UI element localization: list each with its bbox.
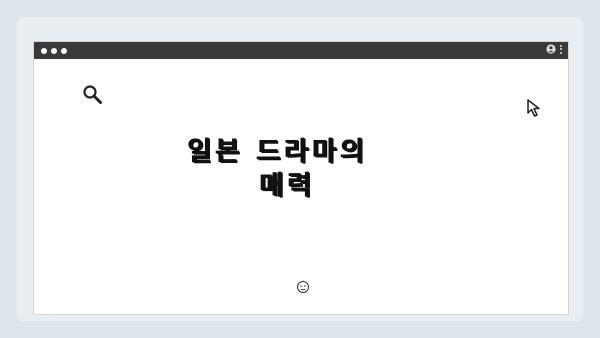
profile-icon[interactable] — [546, 44, 556, 54]
headline-line-1: 일본 드라마의 — [188, 137, 369, 167]
window-titlebar — [34, 42, 568, 59]
search-icon — [83, 85, 102, 104]
window-control-dot[interactable] — [61, 47, 67, 54]
window-control-dot[interactable] — [41, 47, 47, 54]
titlebar-actions — [546, 44, 562, 54]
headline-line-2: 매력 — [260, 171, 316, 201]
cursor-arrow-icon — [527, 99, 540, 117]
window-control-dot[interactable] — [51, 47, 57, 54]
kebab-menu-icon[interactable] — [560, 44, 562, 54]
smiley-face-icon — [297, 280, 309, 293]
browser-window: 일본 드라마의 매력 — [33, 41, 569, 315]
headline: 일본 드라마의 매력 — [184, 135, 424, 203]
window-controls — [41, 47, 67, 54]
